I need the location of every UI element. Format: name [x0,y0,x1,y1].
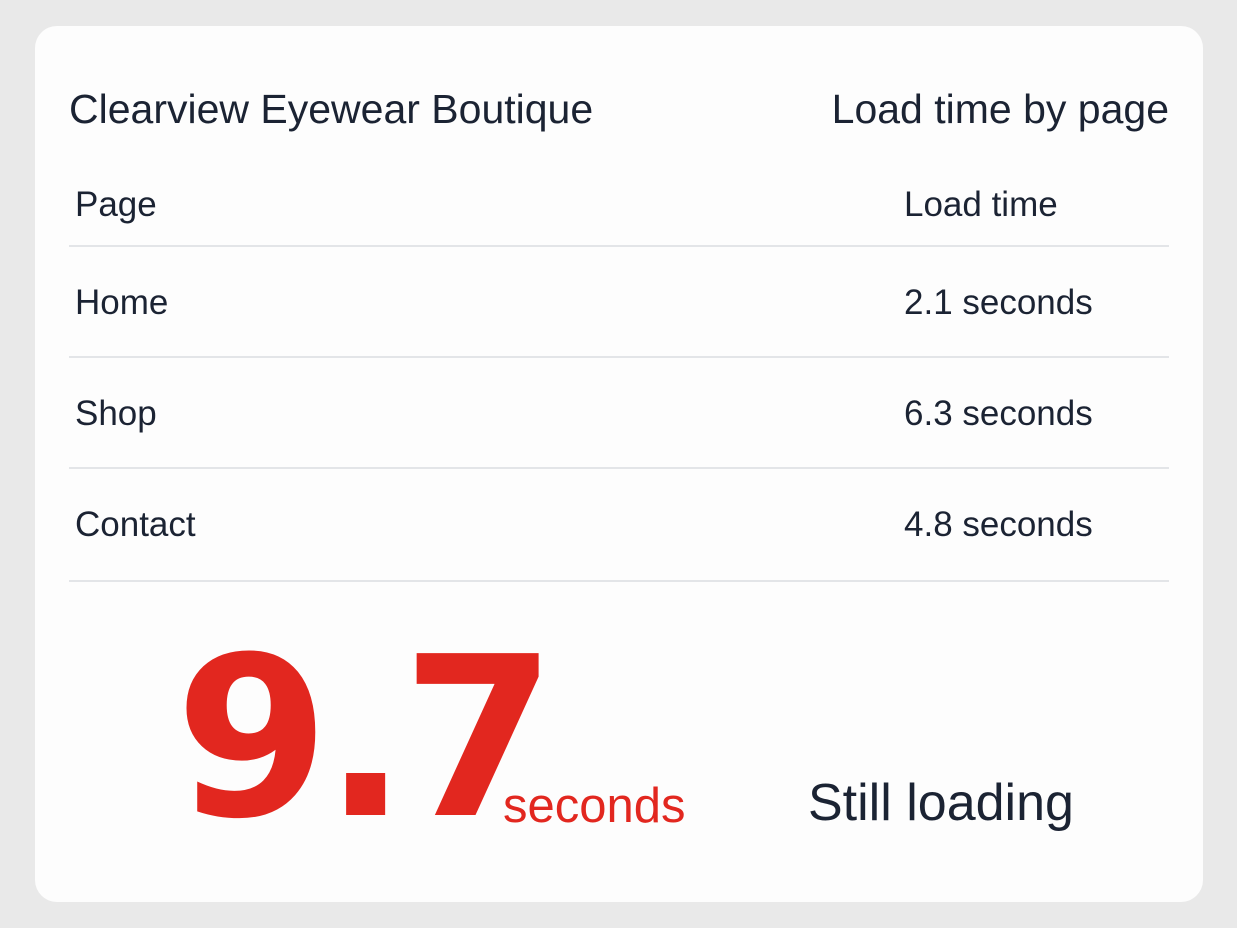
page-name-cell: Contact [75,505,196,544]
table-row: Shop 6.3 seconds [69,358,1169,469]
site-name: Clearview Eyewear Boutique [69,86,594,132]
load-time-card: Clearview Eyewear Boutique Load time by … [35,26,1203,902]
loading-status: Still loading [808,774,1074,832]
table-header-row: Page Load time [69,173,1169,247]
load-time-cell: 2.1 seconds [904,283,1093,322]
metric-value: 9.7 [175,610,556,868]
load-time-table: Page Load time Home 2.1 seconds Shop 6.3… [69,173,1169,582]
metric-unit: seconds [503,779,686,833]
highlight-metric: 9.7 seconds Still loading [175,610,1075,868]
load-time-cell: 6.3 seconds [904,394,1093,433]
card-header: Clearview Eyewear Boutique Load time by … [69,82,1169,136]
page-name-cell: Shop [75,394,157,433]
table-row: Home 2.1 seconds [69,247,1169,358]
table-row: Contact 4.8 seconds [69,469,1169,582]
column-header-load-time: Load time [904,185,1058,224]
section-title: Load time by page [831,86,1169,132]
load-time-cell: 4.8 seconds [904,505,1093,544]
column-header-page: Page [75,185,157,224]
page-name-cell: Home [75,283,169,322]
